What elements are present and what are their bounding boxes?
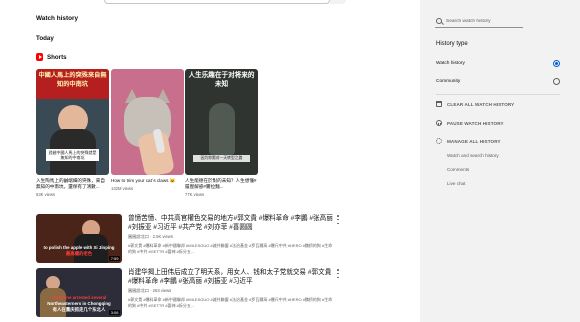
short-thumbnail[interactable]: 人生乐趣在于对将来的未知 因为你需对一天转型之路 [185,69,258,175]
short-thumbnail[interactable]: 中國人馬上的突殊來自無知的中南坑 對越中國人馬上的突殊就是無知的中南坑 [36,69,109,175]
video-description: #郭文貴 #爆料革命 #新中國聯邦 #MILESGUO #滅共聯盟 #法治基金 … [128,297,333,308]
video-title[interactable]: 曾憶苦憶、中共高官權色交易的地方#郭文貴 #爆料革命 #李鵬 #张高丽 #刘振亚… [128,214,336,232]
action-label: MANAGE ALL HISTORY [447,138,501,144]
video-thumbnail[interactable]: Someone arrested several Northeasterners… [36,268,122,317]
video-duration: 3:06 [109,310,120,315]
short-views: 77K views [185,192,205,197]
thumbnail-figure [209,103,235,155]
short-title[interactable]: How to trim your cat´s claws 😺 [111,178,184,184]
shorts-header: Shorts [36,53,67,61]
history-sidebar [420,0,580,322]
page-title: Watch history [36,15,79,22]
search-input[interactable] [446,18,522,24]
option-label: Community [436,78,461,84]
search-icon[interactable] [436,18,442,24]
clear-history-button[interactable]: CLEAR ALL WATCH HISTORY [436,101,514,107]
top-search-button[interactable] [330,0,346,4]
gear-icon [436,138,442,144]
more-options-icon[interactable] [337,269,340,278]
thumbnail-overlay-text: Northeasterners in Chongqing [47,301,111,306]
link-comments[interactable]: Comments [447,167,469,172]
short-views: 132M views [111,186,134,191]
thumbnail-overlay-text: Someone arrested several [51,295,107,300]
video-duration: 7:59 [109,256,120,261]
video-item[interactable]: Someone arrested several Northeasterners… [36,268,339,317]
video-meta: 肖建华揭上田伟后成立了明天系，用女人、钱和太子党就交易 #郭文貴 #爆料革命 #… [128,268,336,309]
video-title[interactable]: 肖建华揭上田伟后成立了明天系，用女人、钱和太子党就交易 #郭文貴 #爆料革命 #… [128,268,336,286]
radio-selected[interactable] [553,59,560,67]
link-live-chat[interactable]: Live chat [447,181,465,186]
history-type-option[interactable]: Watch history [436,57,560,69]
video-item[interactable]: to polish the apple with Xi Jinping 最高權的… [36,214,339,263]
radio-unselected[interactable] [553,77,560,85]
short-views: 53K views [36,192,56,197]
shorts-icon [36,53,43,61]
video-description: #郭文貴 #爆料革命 #新中國聯邦 #MILESGUO #滅共聯盟 #法治基金 … [128,243,333,254]
action-label: PAUSE WATCH HISTORY [447,120,504,126]
action-label: CLEAR ALL WATCH HISTORY [447,101,515,107]
option-label: Watch history [436,60,465,66]
thumbnail-caption: 對越中國人馬上的突殊就是無知的中南坑 [46,149,99,161]
pause-history-button[interactable]: PAUSE WATCH HISTORY [436,120,504,126]
shorts-heading: Shorts [47,53,67,61]
day-heading: Today [36,35,54,42]
history-type-heading: History type [436,41,468,47]
video-channel[interactable]: 圓圓說北口 · 2.5K views [128,234,336,240]
thumbnail-overlay-text: 中國人馬上的突殊來自無知的中南坑 [38,72,107,88]
short-thumbnail[interactable] [111,69,184,175]
trash-icon [436,101,442,107]
short-item[interactable]: How to trim your cat´s claws 😺 132M view… [111,69,184,191]
short-item[interactable]: 人生乐趣在于对将来的未知 因为你需对一天转型之路 人生能德在於對的未知？人生想懂… [185,69,258,197]
history-type-option[interactable]: Community [436,75,560,87]
thumbnail-overlay-text: to polish the apple with Xi Jinping [43,245,115,250]
link-watch-search-history[interactable]: Watch and search history [447,153,499,158]
divider [436,94,560,95]
thumbnail-overlay-text: 人生乐趣在于对将来的未知 [188,72,255,88]
video-meta: 曾憶苦憶、中共高官權色交易的地方#郭文貴 #爆料革命 #李鵬 #张高丽 #刘振亚… [128,214,336,255]
video-thumbnail[interactable]: to polish the apple with Xi Jinping 最高權的… [36,214,122,263]
manage-history-button[interactable]: MANAGE ALL HISTORY [436,138,501,144]
pause-icon [436,120,442,126]
thumbnail-overlay-text: 有人在重庆抓走几个东北人 [52,307,106,312]
thumbnail-overlay-text: 最高權的老色 [65,251,93,256]
more-options-icon[interactable] [337,215,340,224]
short-item[interactable]: 中國人馬上的突殊來自無知的中南坑 對越中國人馬上的突殊就是無知的中南坑 入生陶馬… [36,69,109,197]
video-channel[interactable]: 圓圓說北口 · 263 views [128,288,336,294]
top-search-bar[interactable] [104,0,330,4]
short-title[interactable]: 人生能德在於對的未知？人生想懂#履歷解惑#實拉麵... [185,178,258,190]
history-search[interactable] [435,15,523,28]
short-title[interactable]: 入生陶馬上的鹹端細的突殊，來自無知的中南坑，還保有了鴻數... [36,178,109,190]
thumbnail-caption: 因为你需对一天转型之路 [193,155,250,162]
